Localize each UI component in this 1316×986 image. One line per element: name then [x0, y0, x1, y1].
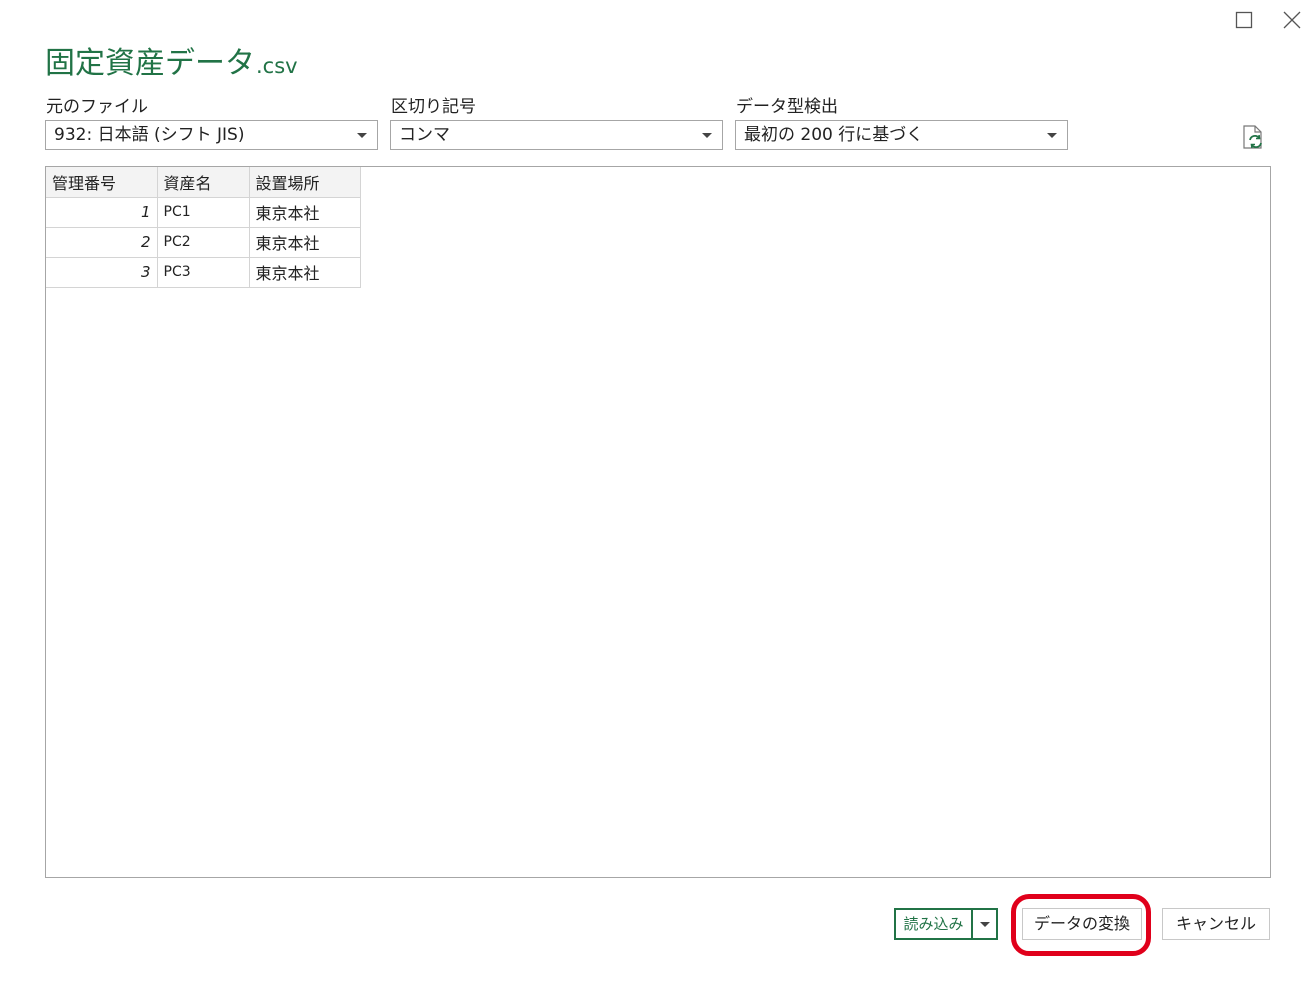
- table-cell: PC3: [156, 256, 250, 288]
- table-header-row: 管理番号 資産名 設置場所: [46, 167, 361, 198]
- highlight-annotation: [1011, 894, 1151, 956]
- column-header: 設置場所: [248, 167, 361, 198]
- delimiter-value: コンマ: [399, 125, 450, 145]
- file-origin-label: 元のファイル: [46, 97, 148, 117]
- column-header: 資産名: [156, 167, 250, 198]
- load-options-dropdown[interactable]: [971, 908, 998, 940]
- chevron-down-icon: [1047, 133, 1057, 138]
- refresh-icon: [1243, 125, 1262, 149]
- close-button[interactable]: [1280, 8, 1304, 32]
- load-button[interactable]: 読み込み: [894, 908, 971, 940]
- preview-table: 管理番号 資産名 設置場所 1 PC1 東京本社 2 PC2 東京本社 3 PC…: [46, 167, 361, 288]
- cancel-button[interactable]: キャンセル: [1162, 908, 1270, 940]
- chevron-down-icon: [702, 133, 712, 138]
- table-cell: 東京本社: [248, 196, 361, 228]
- table-row: 1 PC1 東京本社: [46, 196, 361, 228]
- chevron-down-icon: [357, 133, 367, 138]
- maximize-button[interactable]: [1232, 8, 1256, 32]
- maximize-icon: [1235, 11, 1253, 29]
- column-header: 管理番号: [46, 167, 158, 198]
- delimiter-label: 区切り記号: [391, 97, 476, 117]
- file-origin-select[interactable]: 932: 日本語 (シフト JIS): [45, 120, 378, 150]
- file-origin-value: 932: 日本語 (シフト JIS): [54, 125, 245, 145]
- data-type-detection-label: データ型検出: [736, 97, 838, 117]
- close-icon: [1283, 11, 1301, 29]
- refresh-button[interactable]: [1240, 124, 1266, 152]
- delimiter-select[interactable]: コンマ: [390, 120, 723, 150]
- table-row: 3 PC3 東京本社: [46, 256, 361, 288]
- table-cell: 1: [46, 196, 158, 228]
- dialog-title: 固定資産データ.csv: [45, 38, 298, 82]
- dialog-title-extension: .csv: [256, 54, 298, 78]
- table-cell: 2: [46, 226, 158, 258]
- table-cell: 東京本社: [248, 226, 361, 258]
- chevron-down-icon: [979, 922, 990, 927]
- table-cell: PC1: [156, 196, 250, 228]
- table-cell: PC2: [156, 226, 250, 258]
- data-type-detection-value: 最初の 200 行に基づく: [744, 125, 924, 145]
- dialog-title-name: 固定資産データ: [45, 46, 255, 81]
- data-preview-panel: 管理番号 資産名 設置場所 1 PC1 東京本社 2 PC2 東京本社 3 PC…: [45, 166, 1271, 878]
- data-type-detection-select[interactable]: 最初の 200 行に基づく: [735, 120, 1068, 150]
- table-cell: 東京本社: [248, 256, 361, 288]
- table-row: 2 PC2 東京本社: [46, 226, 361, 258]
- table-cell: 3: [46, 256, 158, 288]
